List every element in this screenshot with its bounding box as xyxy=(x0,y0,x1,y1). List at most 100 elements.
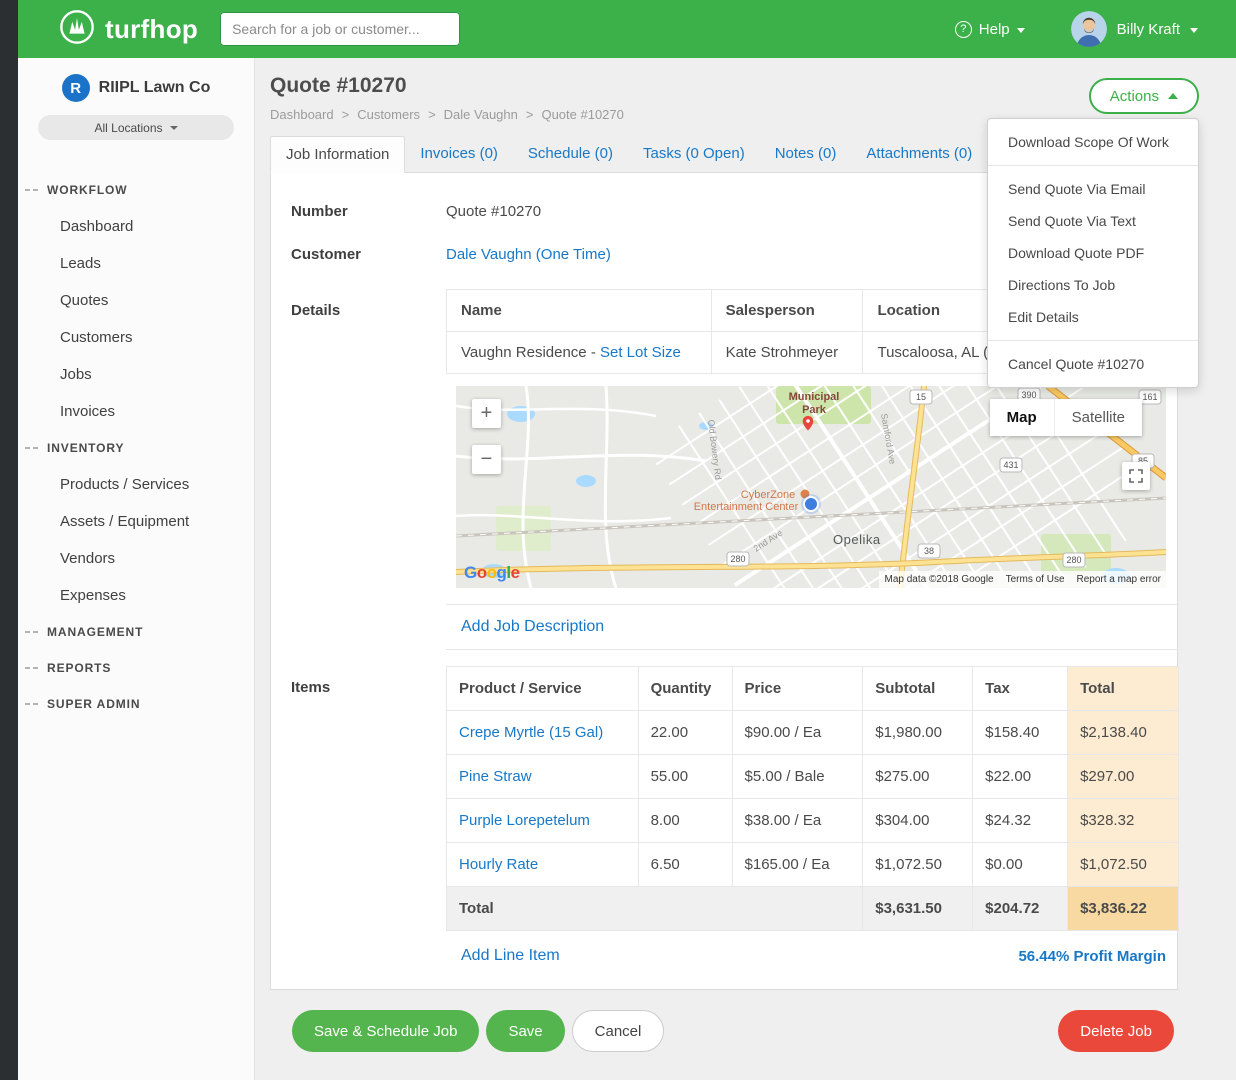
set-lot-size-link[interactable]: Set Lot Size xyxy=(600,344,681,361)
svg-text:280: 280 xyxy=(1066,555,1081,565)
help-question-icon: ? xyxy=(955,21,972,38)
nav-section-workflow[interactable]: WORKFLOW xyxy=(18,172,254,208)
details-label: Details xyxy=(291,289,446,319)
map-zoom-out-button[interactable]: − xyxy=(472,445,501,474)
product-link[interactable]: Hourly Rate xyxy=(459,856,538,873)
grand-total: $3,836.22 xyxy=(1068,887,1179,931)
map-type-satellite-button[interactable]: Satellite xyxy=(1054,399,1142,436)
tab-invoices[interactable]: Invoices (0) xyxy=(405,136,513,172)
user-name: Billy Kraft xyxy=(1117,21,1180,38)
add-job-description-link[interactable]: Add Job Description xyxy=(461,618,604,635)
sidebar-item-leads[interactable]: Leads xyxy=(18,245,254,282)
map-label-park-line1: Municipal xyxy=(789,391,840,403)
company-logo-badge: R xyxy=(62,74,90,102)
caret-up-icon xyxy=(1168,93,1178,99)
menu-item-send-quote-text[interactable]: Send Quote Via Text xyxy=(988,205,1198,237)
quote-number-value: Quote #10270 xyxy=(446,203,541,220)
map-fullscreen-button[interactable] xyxy=(1122,462,1150,490)
sidebar-item-dashboard[interactable]: Dashboard xyxy=(18,208,254,245)
tab-attachments[interactable]: Attachments (0) xyxy=(851,136,987,172)
global-search xyxy=(220,12,460,46)
app-header: turfhop ? Help Billy Kraft xyxy=(18,0,1236,58)
search-input[interactable] xyxy=(220,21,460,37)
breadcrumb-separator: > xyxy=(526,107,534,122)
user-menu[interactable]: Billy Kraft xyxy=(1071,11,1198,47)
actions-button[interactable]: Actions xyxy=(1089,78,1199,114)
app-logo[interactable]: turfhop xyxy=(58,8,198,51)
menu-item-directions[interactable]: Directions To Job xyxy=(988,269,1198,301)
sidebar-item-customers[interactable]: Customers xyxy=(18,319,254,356)
section-collapse-icon xyxy=(25,631,38,633)
chevron-down-icon xyxy=(1190,28,1198,33)
menu-item-download-scope[interactable]: Download Scope Of Work xyxy=(988,126,1198,158)
cancel-button[interactable]: Cancel xyxy=(572,1010,665,1052)
customer-type-link[interactable]: (One Time) xyxy=(536,246,611,263)
total-label: Total xyxy=(447,887,863,931)
sidebar-item-quotes[interactable]: Quotes xyxy=(18,282,254,319)
sidebar-item-vendors[interactable]: Vendors xyxy=(18,540,254,577)
sidebar-item-jobs[interactable]: Jobs xyxy=(18,356,254,393)
profit-margin: 56.44% Profit Margin xyxy=(1018,948,1166,965)
total-tax: $204.72 xyxy=(973,887,1068,931)
sidebar-item-expenses[interactable]: Expenses xyxy=(18,577,254,614)
menu-divider xyxy=(988,165,1198,166)
map-zoom-in-button[interactable]: + xyxy=(472,399,501,428)
main-content: Quote #10270 Dashboard > Customers > Dal… xyxy=(255,58,1236,1080)
breadcrumb-customer-name[interactable]: Dale Vaughn xyxy=(444,107,518,122)
tab-job-information[interactable]: Job Information xyxy=(270,136,405,173)
tab-notes[interactable]: Notes (0) xyxy=(760,136,852,172)
google-logo[interactable]: Google xyxy=(464,563,520,583)
section-collapse-icon xyxy=(25,189,38,191)
breadcrumb-customers[interactable]: Customers xyxy=(357,107,420,122)
menu-item-send-quote-email[interactable]: Send Quote Via Email xyxy=(988,173,1198,205)
help-label: Help xyxy=(979,21,1010,38)
save-button[interactable]: Save xyxy=(486,1010,564,1052)
customer-link[interactable]: Dale Vaughn xyxy=(446,246,532,263)
menu-item-edit-details[interactable]: Edit Details xyxy=(988,301,1198,333)
add-line-item-link[interactable]: Add Line Item xyxy=(461,947,560,965)
menu-item-cancel-quote[interactable]: Cancel Quote #10270 xyxy=(988,348,1198,380)
map-label-city: Opelika xyxy=(833,532,881,547)
property-name: Vaughn Residence - xyxy=(461,344,596,361)
tab-schedule[interactable]: Schedule (0) xyxy=(513,136,628,172)
product-link[interactable]: Crepe Myrtle (15 Gal) xyxy=(459,724,603,741)
job-location-map[interactable]: 15 390 161 431 85 38 280 280 Municipal P… xyxy=(456,386,1166,588)
delete-job-button[interactable]: Delete Job xyxy=(1058,1010,1174,1052)
breadcrumb-separator: > xyxy=(428,107,436,122)
location-selector[interactable]: All Locations xyxy=(38,115,234,140)
save-and-schedule-button[interactable]: Save & Schedule Job xyxy=(292,1010,479,1052)
sidebar: R RIIPL Lawn Co All Locations WORKFLOW D… xyxy=(18,58,255,1080)
turfhop-grass-icon xyxy=(58,8,96,51)
nav-section-reports[interactable]: REPORTS xyxy=(18,650,254,686)
section-collapse-icon xyxy=(25,667,38,669)
sidebar-item-invoices[interactable]: Invoices xyxy=(18,393,254,430)
menu-divider xyxy=(988,340,1198,341)
svg-text:280: 280 xyxy=(730,554,745,564)
footer-action-bar: Save & Schedule Job Save Cancel Delete J… xyxy=(292,1010,1174,1052)
company-header: R RIIPL Lawn Co xyxy=(18,58,254,102)
tab-tasks[interactable]: Tasks (0 Open) xyxy=(628,136,760,172)
svg-text:431: 431 xyxy=(1003,460,1018,470)
breadcrumb-dashboard[interactable]: Dashboard xyxy=(270,107,334,122)
fullscreen-icon xyxy=(1129,469,1143,483)
nav-section-super-admin[interactable]: SUPER ADMIN xyxy=(18,686,254,722)
details-header-salesperson: Salesperson xyxy=(711,290,863,332)
nav-section-management[interactable]: MANAGEMENT xyxy=(18,614,254,650)
total-subtotal: $3,631.50 xyxy=(863,887,973,931)
breadcrumb-separator: > xyxy=(342,107,350,122)
menu-item-download-quote-pdf[interactable]: Download Quote PDF xyxy=(988,237,1198,269)
nav-section-inventory[interactable]: INVENTORY xyxy=(18,430,254,466)
chevron-down-icon xyxy=(1017,28,1025,33)
product-link[interactable]: Pine Straw xyxy=(459,768,532,785)
actions-dropdown-menu: Download Scope Of Work Send Quote Via Em… xyxy=(987,118,1199,388)
number-label: Number xyxy=(291,203,446,220)
map-type-map-button[interactable]: Map xyxy=(990,399,1054,436)
terms-of-use-link[interactable]: Terms of Use xyxy=(1006,574,1065,585)
table-row: Hourly Rate 6.50 $165.00 / Ea $1,072.50 … xyxy=(447,843,1179,887)
sidebar-item-assets-equipment[interactable]: Assets / Equipment xyxy=(18,503,254,540)
report-map-error-link[interactable]: Report a map error xyxy=(1077,574,1161,585)
help-menu[interactable]: ? Help xyxy=(955,21,1025,38)
sidebar-item-products-services[interactable]: Products / Services xyxy=(18,466,254,503)
product-link[interactable]: Purple Lorepetelum xyxy=(459,812,590,829)
salesperson-value: Kate Strohmeyer xyxy=(711,332,863,374)
